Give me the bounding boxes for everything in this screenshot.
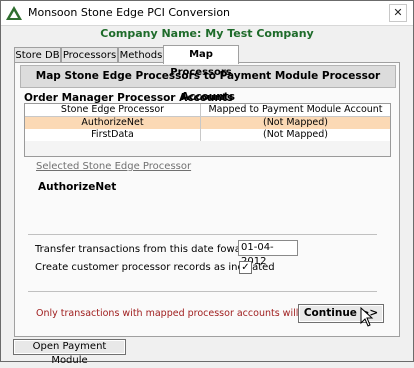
tab-store-db[interactable]: Store DB xyxy=(14,47,61,63)
open-payment-module-button[interactable]: Open Payment Module xyxy=(13,339,126,366)
mouse-cursor-icon xyxy=(360,307,374,327)
close-button[interactable]: ✕ xyxy=(389,4,407,22)
processor-cell: FirstData xyxy=(25,129,201,141)
processor-grid: Stone Edge Processor Mapped to Payment M… xyxy=(24,103,391,157)
main-window: Monsoon Stone Edge PCI Conversion ✕ Comp… xyxy=(0,0,414,366)
grid-header: Stone Edge Processor Mapped to Payment M… xyxy=(25,104,390,117)
create-records-checkbox[interactable]: ✓ xyxy=(239,261,252,274)
company-name: Company Name: My Test Company xyxy=(100,27,314,40)
transfer-date-label: Transfer transactions from this date fow… xyxy=(35,244,255,255)
table-row[interactable]: AuthorizeNet (Not Mapped) xyxy=(25,117,390,129)
column-header-stone-edge: Stone Edge Processor xyxy=(25,104,201,116)
mapping-cell[interactable]: (Not Mapped) xyxy=(201,129,390,141)
options-section: Transfer transactions from this date fow… xyxy=(28,234,377,292)
tab-processors[interactable]: Processors xyxy=(61,47,118,63)
window-title: Monsoon Stone Edge PCI Conversion xyxy=(28,6,231,19)
transfer-date-input[interactable]: 01-04-2012 xyxy=(238,240,298,267)
app-logo-icon xyxy=(6,6,22,20)
title-bar: Monsoon Stone Edge PCI Conversion ✕ xyxy=(1,1,413,26)
selected-processor-label: Selected Stone Edge Processor xyxy=(36,161,192,172)
processor-cell: AuthorizeNet xyxy=(25,117,201,129)
mapping-cell[interactable]: (Not Mapped) xyxy=(201,117,390,129)
tab-map-processors[interactable]: Map Processors xyxy=(163,45,239,78)
column-header-mapped: Mapped to Payment Module Account xyxy=(208,104,383,115)
table-row[interactable]: FirstData (Not Mapped) xyxy=(25,129,390,141)
selected-processor-value: AuthorizeNet xyxy=(38,181,117,193)
map-processors-panel: Map Stone Edge Processors to Payment Mod… xyxy=(14,62,400,337)
tab-methods[interactable]: Methods xyxy=(118,47,164,63)
